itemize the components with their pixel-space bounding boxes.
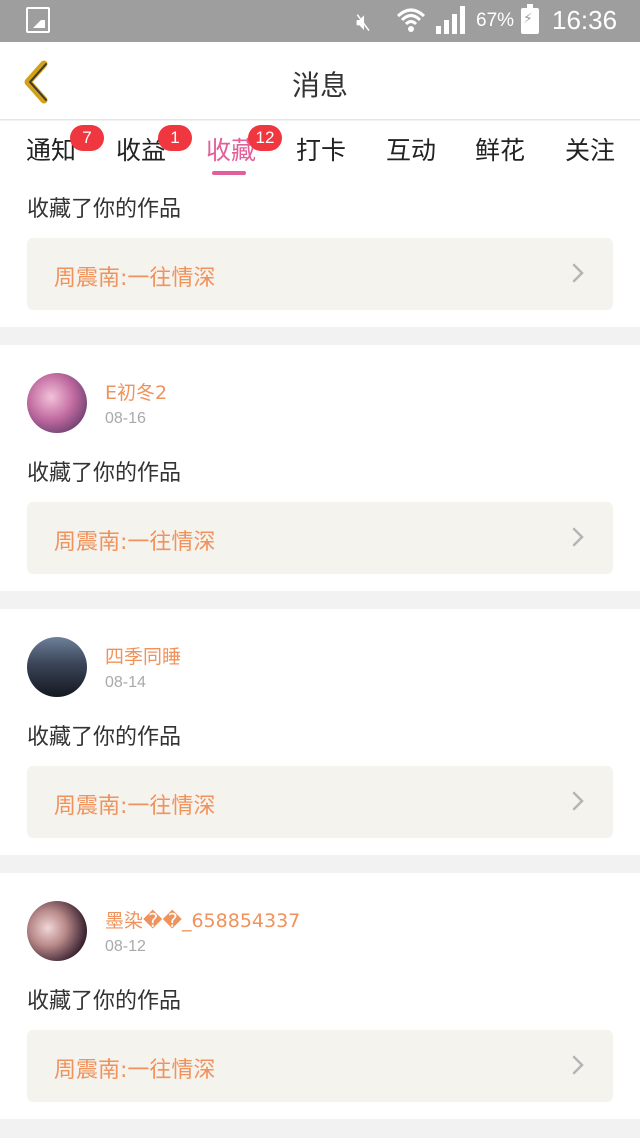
nav-bar: 消息 [0, 42, 640, 120]
list-item: 墨染��_658854337 08-12 收藏了你的作品 周震南:一往情深 [0, 873, 640, 1119]
image-icon [26, 7, 50, 33]
tab-bar: 通知 7 收益 1 收藏 12 打卡 互动 鲜花 关注 [0, 121, 640, 179]
username[interactable]: 四季同睡 [105, 642, 181, 669]
date: 08-16 [105, 410, 146, 427]
list-item: 四季同睡 08-14 收藏了你的作品 周震南:一往情深 [0, 609, 640, 855]
avatar[interactable] [27, 637, 87, 697]
date: 08-12 [105, 938, 146, 955]
tab-notifications[interactable]: 通知 7 [26, 125, 104, 167]
work-link[interactable]: 周震南:一往情深 [27, 502, 613, 574]
tab-label: 鲜花 [475, 136, 526, 165]
chevron-right-icon [572, 1055, 584, 1075]
work-title: 周震南:一往情深 [54, 1058, 216, 1083]
tab-earnings[interactable]: 收益 1 [116, 125, 192, 167]
list-item: 收藏了你的作品 周震南:一往情深 [0, 179, 640, 327]
list-item: E初冬2 08-16 收藏了你的作品 周震南:一往情深 [0, 345, 640, 591]
work-title: 周震南:一往情深 [54, 794, 216, 819]
unread-badge: 1 [158, 125, 192, 151]
mute-icon: 🔇︎ [356, 8, 372, 36]
work-title: 周震南:一往情深 [54, 530, 216, 555]
battery-percent: 67% [476, 10, 515, 31]
work-title: 周震南:一往情深 [54, 266, 216, 291]
tab-checkin[interactable]: 打卡 [296, 131, 346, 167]
tab-flowers[interactable]: 鲜花 [475, 131, 525, 167]
work-link[interactable]: 周震南:一往情深 [27, 238, 613, 310]
chevron-right-icon [572, 263, 584, 283]
chevron-right-icon [572, 527, 584, 547]
username[interactable]: E初冬2 [105, 378, 167, 405]
tab-label: 打卡 [296, 136, 347, 165]
work-link[interactable]: 周震南:一往情深 [27, 1030, 613, 1102]
work-link[interactable]: 周震南:一往情深 [27, 766, 613, 838]
battery-charging-icon [521, 4, 539, 34]
username[interactable]: 墨染��_658854337 [105, 906, 300, 933]
tab-follows[interactable]: 关注 [565, 131, 615, 167]
action-text: 收藏了你的作品 [27, 461, 182, 486]
status-bar: 🔇︎ 67% 16:36 [0, 0, 640, 42]
clock: 16:36 [552, 5, 618, 35]
avatar[interactable] [27, 373, 87, 433]
action-text: 收藏了你的作品 [27, 197, 182, 222]
unread-badge: 12 [248, 125, 282, 151]
wifi-icon [396, 8, 426, 32]
avatar[interactable] [27, 901, 87, 961]
action-text: 收藏了你的作品 [27, 989, 182, 1014]
chevron-right-icon [572, 791, 584, 811]
tab-label: 通知 [26, 136, 77, 165]
date: 08-14 [105, 674, 146, 691]
action-text: 收藏了你的作品 [27, 725, 182, 750]
tab-favorites[interactable]: 收藏 12 [206, 125, 282, 167]
page-title: 消息 [291, 69, 348, 102]
active-tab-indicator [212, 171, 246, 175]
tab-label: 互动 [386, 136, 437, 165]
tab-interaction[interactable]: 互动 [386, 131, 436, 167]
tab-label: 关注 [565, 136, 616, 165]
unread-badge: 7 [70, 125, 104, 151]
signal-icon [436, 6, 466, 34]
